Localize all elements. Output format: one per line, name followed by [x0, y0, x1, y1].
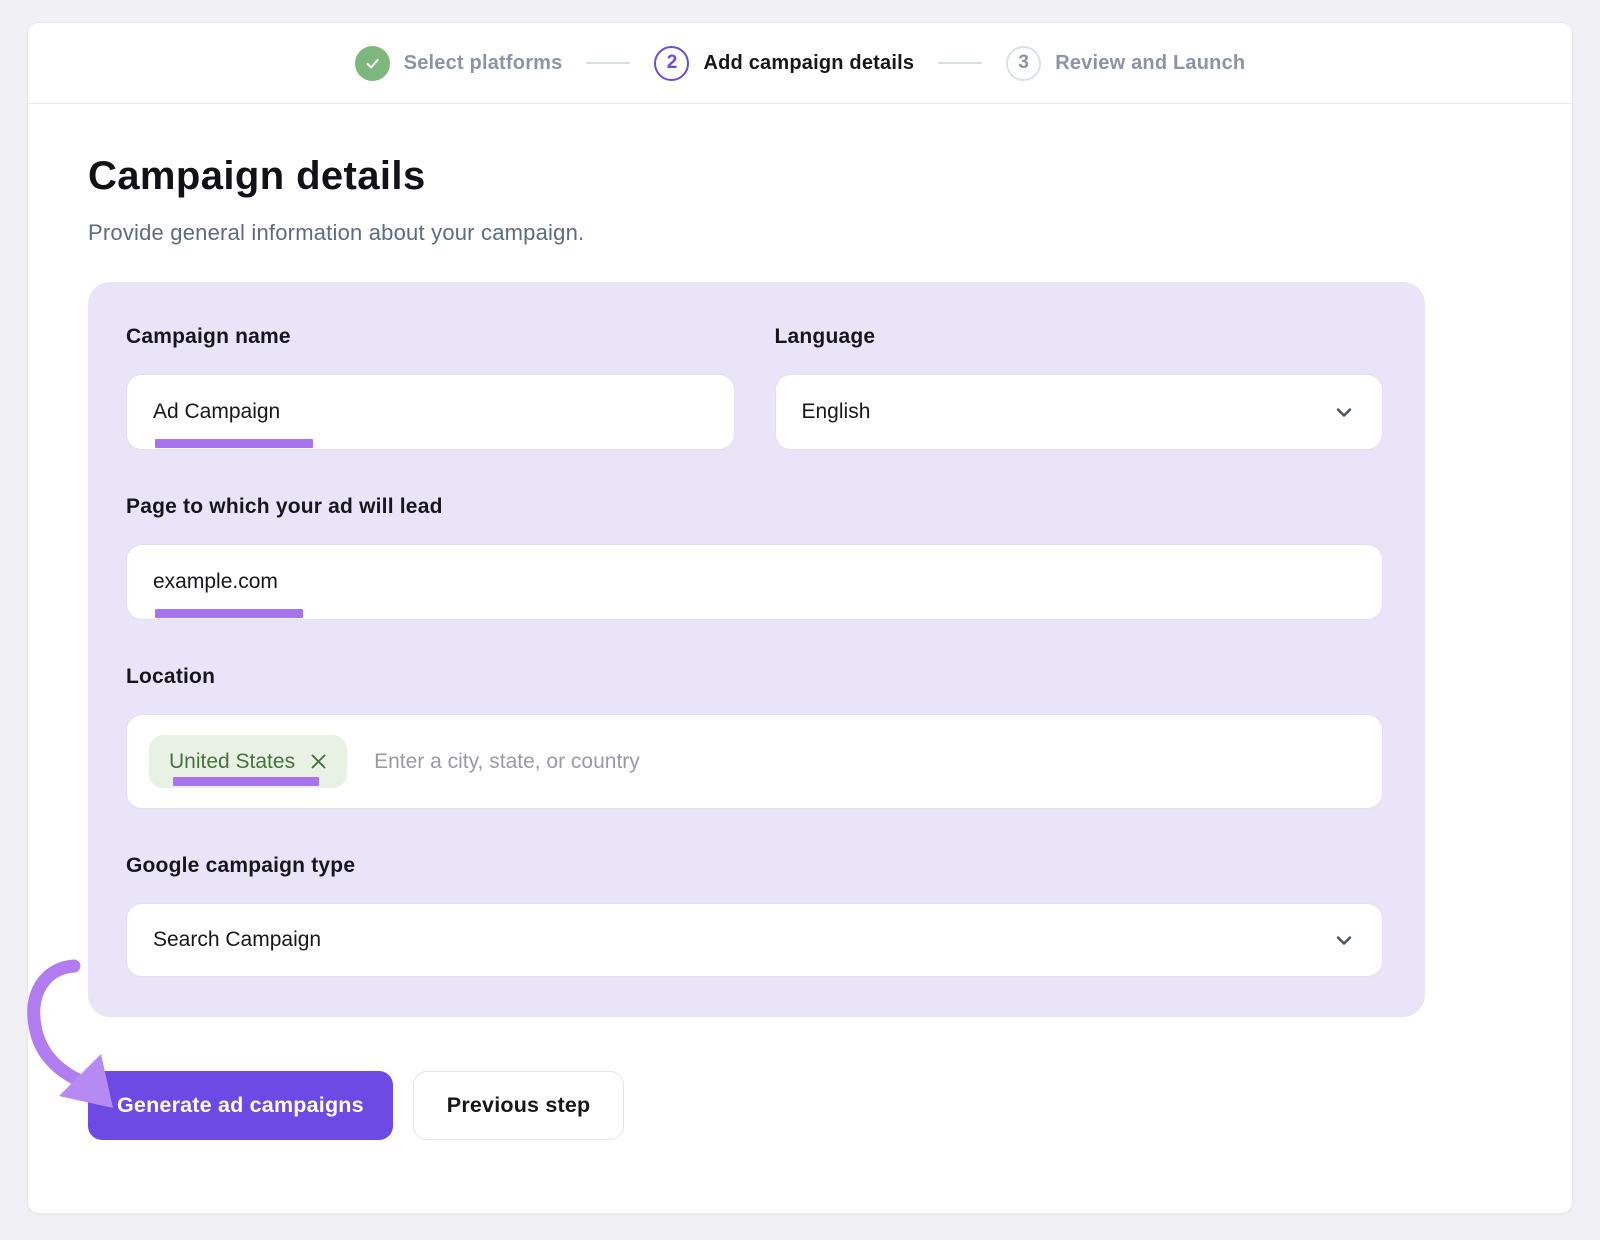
location-label: Location [126, 662, 1383, 692]
step-label: Review and Launch [1055, 52, 1245, 75]
previous-step-button[interactable]: Previous step [413, 1071, 625, 1140]
wizard-card: Select platforms 2 Add campaign details … [27, 22, 1573, 1214]
chevron-down-icon [1332, 928, 1356, 952]
highlight-underline [155, 439, 313, 448]
page-title: Campaign details [88, 154, 1512, 199]
step-number-circle: 2 [654, 46, 689, 81]
page-url-label: Page to which your ad will lead [126, 492, 1383, 522]
step-number-circle: 3 [1006, 46, 1041, 81]
generate-ad-campaigns-button[interactable]: Generate ad campaigns [88, 1071, 393, 1140]
remove-tag-icon[interactable] [310, 753, 327, 770]
location-input[interactable] [374, 750, 1356, 774]
location-field[interactable]: United States [126, 714, 1383, 809]
location-tag-label: United States [169, 750, 295, 774]
stepper-connector [586, 62, 630, 64]
step-label: Select platforms [404, 52, 563, 75]
step-label: Add campaign details [703, 52, 914, 75]
step-add-campaign-details[interactable]: 2 Add campaign details [654, 46, 914, 81]
check-icon [363, 54, 382, 73]
language-label: Language [775, 322, 1384, 352]
wizard-stepper: Select platforms 2 Add campaign details … [28, 23, 1572, 104]
highlight-underline [173, 777, 319, 786]
page-url-field [126, 544, 1383, 620]
campaign-type-selected-value: Search Campaign [153, 928, 321, 952]
page-background: Select platforms 2 Add campaign details … [0, 0, 1600, 1240]
stepper-connector [938, 62, 982, 64]
page-url-input[interactable] [153, 570, 1356, 594]
campaign-name-input[interactable] [153, 400, 708, 424]
language-selected-value: English [802, 400, 871, 424]
campaign-type-label: Google campaign type [126, 851, 1383, 881]
language-select[interactable]: English [775, 374, 1384, 450]
location-tag-united-states: United States [149, 735, 347, 788]
step-complete-circle [355, 46, 390, 81]
page-subtitle: Provide general information about your c… [88, 220, 1512, 246]
step-select-platforms[interactable]: Select platforms [355, 46, 563, 81]
step-review-and-launch[interactable]: 3 Review and Launch [1006, 46, 1245, 81]
highlight-underline [155, 609, 303, 618]
campaign-details-panel: Campaign name Language English [88, 282, 1425, 1017]
campaign-name-field [126, 374, 735, 450]
campaign-type-select[interactable]: Search Campaign [126, 903, 1383, 977]
chevron-down-icon [1332, 400, 1356, 424]
campaign-name-label: Campaign name [126, 322, 735, 352]
